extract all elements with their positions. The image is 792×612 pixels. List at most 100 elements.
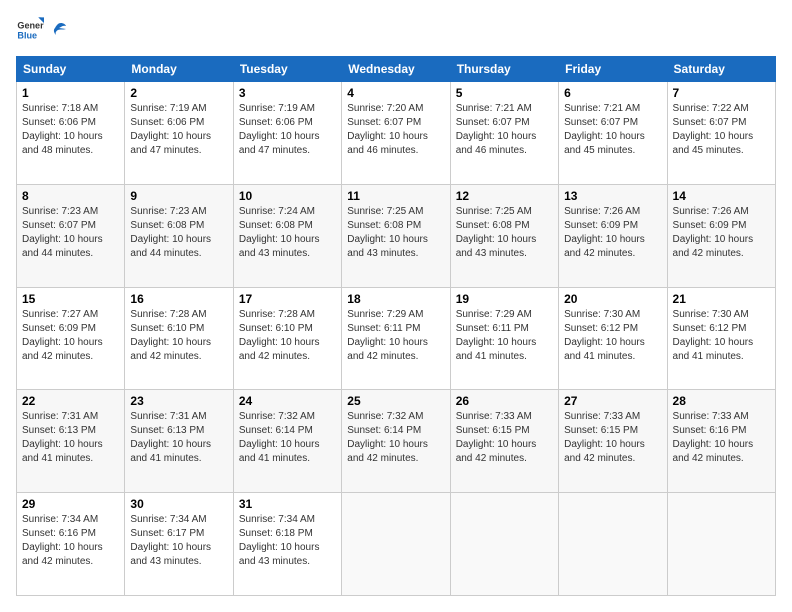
day-info: Sunrise: 7:22 AMSunset: 6:07 PMDaylight:… <box>673 102 770 158</box>
day-info: Sunrise: 7:21 AMSunset: 6:07 PMDaylight:… <box>564 102 661 158</box>
day-number: 22 <box>22 394 119 408</box>
day-cell-6: 6 Sunrise: 7:21 AMSunset: 6:07 PMDaylight… <box>559 82 667 185</box>
day-number: 31 <box>239 497 336 511</box>
day-number: 29 <box>22 497 119 511</box>
day-info: Sunrise: 7:23 AMSunset: 6:07 PMDaylight:… <box>22 205 119 261</box>
day-number: 17 <box>239 292 336 306</box>
calendar-page: General Blue SundayMondayT <box>0 0 792 612</box>
day-cell-5: 5Sunrise: 7:21 AMSunset: 6:07 PMDaylight… <box>450 82 558 185</box>
day-number: 1 <box>22 86 119 100</box>
day-number: 21 <box>673 292 770 306</box>
day-info: Sunrise: 7:28 AMSunset: 6:10 PMDaylight:… <box>239 308 336 364</box>
day-cell-2: 2 Sunrise: 7:19 AMSunset: 6:06 PMDaylight… <box>125 82 233 185</box>
day-number: 24 <box>239 394 336 408</box>
day-cell-20: 20 Sunrise: 7:30 AMSunset: 6:12 PMDayligh… <box>559 287 667 390</box>
calendar-table: SundayMondayTuesdayWednesdayThursdayFrid… <box>16 56 776 596</box>
day-cell-14: 14Sunrise: 7:26 AMSunset: 6:09 PMDayligh… <box>667 184 775 287</box>
day-number: 3 <box>239 86 336 100</box>
day-cell-1: 1 Sunrise: 7:18 AMSunset: 6:06 PMDaylight… <box>17 82 125 185</box>
day-number: 19 <box>456 292 553 306</box>
day-cell-25: 25 Sunrise: 7:32 AMSunset: 6:14 PMDayligh… <box>342 390 450 493</box>
day-info: Sunrise: 7:33 AMSunset: 6:16 PMDaylight:… <box>673 410 770 466</box>
day-number: 5 <box>456 86 553 100</box>
header: General Blue <box>16 16 776 44</box>
day-info: Sunrise: 7:34 AMSunset: 6:18 PMDaylight:… <box>239 513 336 569</box>
day-info: Sunrise: 7:18 AMSunset: 6:06 PMDaylight:… <box>22 102 119 158</box>
day-number: 14 <box>673 189 770 203</box>
day-cell-9: 9Sunrise: 7:23 AMSunset: 6:08 PMDaylight… <box>125 184 233 287</box>
day-cell-13: 13 Sunrise: 7:26 AMSunset: 6:09 PMDayligh… <box>559 184 667 287</box>
day-cell-18: 18 Sunrise: 7:29 AMSunset: 6:11 PMDayligh… <box>342 287 450 390</box>
day-cell-24: 24 Sunrise: 7:32 AMSunset: 6:14 PMDayligh… <box>233 390 341 493</box>
day-number: 25 <box>347 394 444 408</box>
svg-text:General: General <box>17 21 44 31</box>
day-info: Sunrise: 7:31 AMSunset: 6:13 PMDaylight:… <box>22 410 119 466</box>
weekday-header-wednesday: Wednesday <box>342 57 450 82</box>
empty-cell <box>559 493 667 596</box>
week-row-3: 15 Sunrise: 7:27 AMSunset: 6:09 PMDayligh… <box>17 287 776 390</box>
day-info: Sunrise: 7:32 AMSunset: 6:14 PMDaylight:… <box>347 410 444 466</box>
day-info: Sunrise: 7:19 AMSunset: 6:06 PMDaylight:… <box>130 102 227 158</box>
day-cell-31: 31 Sunrise: 7:34 AMSunset: 6:18 PMDayligh… <box>233 493 341 596</box>
day-info: Sunrise: 7:31 AMSunset: 6:13 PMDaylight:… <box>130 410 227 466</box>
weekday-header-row: SundayMondayTuesdayWednesdayThursdayFrid… <box>17 57 776 82</box>
day-cell-10: 10Sunrise: 7:24 AMSunset: 6:08 PMDayligh… <box>233 184 341 287</box>
day-cell-8: 8 Sunrise: 7:23 AMSunset: 6:07 PMDaylight… <box>17 184 125 287</box>
day-info: Sunrise: 7:27 AMSunset: 6:09 PMDaylight:… <box>22 308 119 364</box>
day-cell-3: 3 Sunrise: 7:19 AMSunset: 6:06 PMDaylight… <box>233 82 341 185</box>
day-number: 2 <box>130 86 227 100</box>
day-number: 20 <box>564 292 661 306</box>
day-cell-28: 28Sunrise: 7:33 AMSunset: 6:16 PMDayligh… <box>667 390 775 493</box>
day-info: Sunrise: 7:29 AMSunset: 6:11 PMDaylight:… <box>347 308 444 364</box>
day-info: Sunrise: 7:34 AMSunset: 6:17 PMDaylight:… <box>130 513 227 569</box>
day-info: Sunrise: 7:19 AMSunset: 6:06 PMDaylight:… <box>239 102 336 158</box>
day-number: 12 <box>456 189 553 203</box>
day-number: 30 <box>130 497 227 511</box>
day-cell-15: 15 Sunrise: 7:27 AMSunset: 6:09 PMDayligh… <box>17 287 125 390</box>
day-number: 15 <box>22 292 119 306</box>
day-cell-12: 12Sunrise: 7:25 AMSunset: 6:08 PMDayligh… <box>450 184 558 287</box>
day-cell-19: 19 Sunrise: 7:29 AMSunset: 6:11 PMDayligh… <box>450 287 558 390</box>
weekday-header-monday: Monday <box>125 57 233 82</box>
week-row-5: 29 Sunrise: 7:34 AMSunset: 6:16 PMDayligh… <box>17 493 776 596</box>
day-info: Sunrise: 7:25 AMSunset: 6:08 PMDaylight:… <box>347 205 444 261</box>
day-info: Sunrise: 7:30 AMSunset: 6:12 PMDaylight:… <box>673 308 770 364</box>
day-info: Sunrise: 7:29 AMSunset: 6:11 PMDaylight:… <box>456 308 553 364</box>
day-number: 7 <box>673 86 770 100</box>
logo: General Blue <box>16 16 67 44</box>
day-info: Sunrise: 7:33 AMSunset: 6:15 PMDaylight:… <box>564 410 661 466</box>
day-number: 16 <box>130 292 227 306</box>
week-row-4: 22 Sunrise: 7:31 AMSunset: 6:13 PMDayligh… <box>17 390 776 493</box>
day-cell-11: 11Sunrise: 7:25 AMSunset: 6:08 PMDayligh… <box>342 184 450 287</box>
week-row-2: 8 Sunrise: 7:23 AMSunset: 6:07 PMDaylight… <box>17 184 776 287</box>
logo-bird-icon <box>49 21 67 39</box>
day-info: Sunrise: 7:33 AMSunset: 6:15 PMDaylight:… <box>456 410 553 466</box>
weekday-header-saturday: Saturday <box>667 57 775 82</box>
day-cell-30: 30 Sunrise: 7:34 AMSunset: 6:17 PMDayligh… <box>125 493 233 596</box>
day-info: Sunrise: 7:30 AMSunset: 6:12 PMDaylight:… <box>564 308 661 364</box>
day-info: Sunrise: 7:26 AMSunset: 6:09 PMDaylight:… <box>564 205 661 261</box>
day-cell-21: 21 Sunrise: 7:30 AMSunset: 6:12 PMDayligh… <box>667 287 775 390</box>
day-cell-16: 16 Sunrise: 7:28 AMSunset: 6:10 PMDayligh… <box>125 287 233 390</box>
day-cell-23: 23 Sunrise: 7:31 AMSunset: 6:13 PMDayligh… <box>125 390 233 493</box>
day-info: Sunrise: 7:28 AMSunset: 6:10 PMDaylight:… <box>130 308 227 364</box>
day-number: 13 <box>564 189 661 203</box>
day-cell-26: 26 Sunrise: 7:33 AMSunset: 6:15 PMDayligh… <box>450 390 558 493</box>
svg-text:Blue: Blue <box>17 30 37 40</box>
day-number: 8 <box>22 189 119 203</box>
empty-cell <box>342 493 450 596</box>
day-number: 18 <box>347 292 444 306</box>
day-number: 27 <box>564 394 661 408</box>
day-info: Sunrise: 7:23 AMSunset: 6:08 PMDaylight:… <box>130 205 227 261</box>
day-cell-29: 29 Sunrise: 7:34 AMSunset: 6:16 PMDayligh… <box>17 493 125 596</box>
day-number: 23 <box>130 394 227 408</box>
day-number: 6 <box>564 86 661 100</box>
day-number: 26 <box>456 394 553 408</box>
day-cell-7: 7 Sunrise: 7:22 AMSunset: 6:07 PMDaylight… <box>667 82 775 185</box>
weekday-header-friday: Friday <box>559 57 667 82</box>
day-cell-4: 4Sunrise: 7:20 AMSunset: 6:07 PMDaylight… <box>342 82 450 185</box>
day-info: Sunrise: 7:32 AMSunset: 6:14 PMDaylight:… <box>239 410 336 466</box>
weekday-header-thursday: Thursday <box>450 57 558 82</box>
day-info: Sunrise: 7:34 AMSunset: 6:16 PMDaylight:… <box>22 513 119 569</box>
day-cell-17: 17 Sunrise: 7:28 AMSunset: 6:10 PMDayligh… <box>233 287 341 390</box>
